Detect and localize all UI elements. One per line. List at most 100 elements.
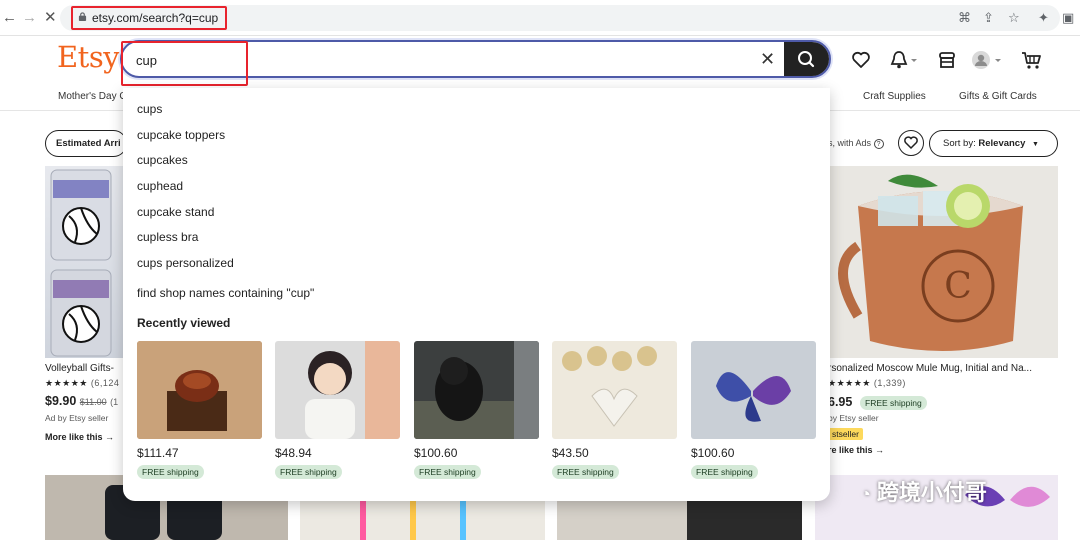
- heart-icon[interactable]: [851, 50, 871, 70]
- listing-title[interactable]: Volleyball Gifts-: [45, 363, 123, 374]
- bell-icon[interactable]: [889, 50, 919, 70]
- suggestion-rest: s: [156, 102, 163, 116]
- cart-icon[interactable]: [1021, 50, 1043, 70]
- suggestion-rest: head: [156, 179, 184, 193]
- category-gifts[interactable]: Gifts & Gift Cards: [959, 91, 1037, 102]
- category-mothers-day[interactable]: Mother's Day G: [58, 91, 127, 102]
- free-shipping-badge: FREE shipping: [275, 465, 342, 479]
- recently-viewed-title: Recently viewed: [137, 316, 231, 330]
- star-rating-icon: ★★★★★: [828, 378, 871, 388]
- back-arrow-icon[interactable]: ←: [2, 9, 17, 27]
- review-count: (1,339): [873, 378, 906, 388]
- browser-toolbar: ← → ✕ etsy.com/search?q=cup ⌘ ⇪ ☆ ✦ ▣: [0, 0, 1080, 36]
- ads-note-text: s, with Ads: [828, 138, 872, 148]
- black-cat-figure-image: [414, 341, 539, 439]
- recently-viewed-item[interactable]: $100.60 FREE shipping: [691, 341, 816, 479]
- page: ← → ✕ etsy.com/search?q=cup ⌘ ⇪ ☆ ✦ ▣ Et…: [0, 0, 1080, 540]
- recently-viewed-item[interactable]: $48.94 FREE shipping: [275, 341, 400, 479]
- bookmark-star-icon[interactable]: ☆: [1008, 10, 1020, 26]
- close-icon[interactable]: ✕: [44, 9, 57, 27]
- original-price: $11.00: [79, 397, 107, 407]
- sort-value: Relevancy: [978, 138, 1026, 149]
- suggestion-match: cup: [137, 153, 157, 167]
- suggestion-item[interactable]: cupcake stand: [137, 205, 214, 219]
- recently-viewed-image: [552, 341, 677, 439]
- url-highlight-box: [71, 6, 227, 30]
- recently-viewed-item[interactable]: $111.47 FREE shipping: [137, 341, 262, 479]
- recently-viewed-price: $48.94: [275, 446, 312, 460]
- more-like-this-link[interactable]: re like this →: [828, 445, 884, 455]
- sidebar-icon[interactable]: ▣: [1062, 10, 1074, 26]
- clear-icon[interactable]: ✕: [760, 49, 775, 69]
- recently-viewed-price: $100.60: [414, 446, 458, 460]
- listing-price: $9.90 $11.00 (1: [45, 394, 118, 408]
- star-rating-icon: ★★★★★: [45, 378, 88, 388]
- more-like-this-text: re like this: [828, 445, 873, 455]
- extensions-icon[interactable]: ✦: [1038, 10, 1049, 26]
- recently-viewed-price: $111.47: [137, 446, 179, 460]
- suggestion-rest: cake stand: [156, 205, 215, 219]
- butterfly-brooch-image: [691, 341, 816, 439]
- watermark-text: 跨境小付哥: [876, 480, 987, 505]
- more-like-this-link[interactable]: More like this →: [45, 432, 114, 442]
- suggestion-item[interactable]: cupless bra: [137, 230, 198, 244]
- avatar-icon[interactable]: [971, 50, 1005, 70]
- suggestion-item[interactable]: cupcakes: [137, 153, 188, 167]
- free-shipping-badge: FREE shipping: [860, 396, 927, 410]
- free-shipping-badge: FREE shipping: [137, 465, 204, 479]
- recently-viewed-image: [414, 341, 539, 439]
- suggestion-match: cup: [137, 205, 157, 219]
- suggestion-item[interactable]: cups: [137, 102, 162, 116]
- suggestion-rest: s personalized: [156, 256, 234, 270]
- translate-icon[interactable]: ⌘: [958, 10, 971, 26]
- suggestion-rest: cake toppers: [156, 128, 226, 142]
- listing-rating: ★★★★★ (1,339): [828, 378, 906, 389]
- recently-viewed-image: [275, 341, 400, 439]
- search-icon: [798, 51, 815, 68]
- suggestion-match: cup: [137, 179, 157, 193]
- sort-dropdown[interactable]: Sort by: Relevancy ▼: [929, 130, 1058, 157]
- svg-text:C: C: [944, 266, 972, 307]
- estimated-arrival-filter[interactable]: Estimated Arri: [45, 130, 127, 157]
- recently-viewed-item[interactable]: $43.50 FREE shipping: [552, 341, 677, 479]
- arrow-right-icon: →: [105, 432, 115, 442]
- volleyball-tumbler-image: [50, 169, 112, 357]
- search-suggestions-dropdown: cups cupcake toppers cupcakes cuphead cu…: [123, 88, 830, 501]
- copper-mug-image: C: [828, 166, 1058, 358]
- wooden-beetle-image: [137, 341, 262, 439]
- forward-arrow-icon[interactable]: →: [22, 9, 37, 27]
- recently-viewed-item[interactable]: $100.60 FREE shipping: [414, 341, 539, 479]
- suggestion-item[interactable]: cupcake toppers: [137, 128, 225, 142]
- bestseller-badge: stseller: [828, 428, 863, 440]
- help-icon[interactable]: ?: [873, 139, 884, 149]
- arrow-right-icon: →: [875, 445, 885, 455]
- suggestion-item[interactable]: cups personalized: [137, 256, 234, 270]
- price-value: $9.90: [45, 394, 77, 408]
- shop-icon[interactable]: [937, 50, 957, 70]
- listing-title[interactable]: rsonalized Moscow Mule Mug, Initial and …: [828, 363, 1058, 374]
- discount-note: (1: [110, 397, 119, 407]
- category-craft-supplies[interactable]: Craft Supplies: [863, 91, 926, 102]
- suggestion-item[interactable]: cuphead: [137, 179, 183, 193]
- recently-viewed-price: $100.60: [691, 446, 735, 460]
- caret-down-icon: ▼: [1032, 141, 1039, 148]
- listing-image-volleyball[interactable]: [45, 166, 123, 358]
- share-icon[interactable]: ⇪: [983, 10, 994, 26]
- etsy-logo[interactable]: Etsy: [57, 40, 120, 74]
- listing-price: 6.95: [828, 395, 853, 409]
- review-count: (6,124: [90, 378, 120, 388]
- suggestion-rest: less bra: [156, 230, 199, 244]
- heart-icon: [904, 136, 918, 150]
- ad-label: Ad by Etsy seller: [45, 413, 109, 423]
- listing-image-moscow-mule[interactable]: C: [828, 166, 1058, 358]
- suggestion-match: cup: [137, 128, 157, 142]
- search-button[interactable]: [784, 42, 829, 76]
- wechat-icon: ◔: [860, 484, 871, 504]
- find-shop-names-link[interactable]: find shop names containing "cup": [137, 286, 314, 300]
- sort-label: Sort by:: [943, 138, 979, 149]
- ads-note: s, with Ads ?: [828, 138, 884, 149]
- suggestion-match: cup: [137, 230, 157, 244]
- free-shipping-badge: FREE shipping: [552, 465, 619, 479]
- favorite-search-button[interactable]: [898, 130, 924, 156]
- watermark: ◔ 跨境小付哥: [860, 475, 1050, 509]
